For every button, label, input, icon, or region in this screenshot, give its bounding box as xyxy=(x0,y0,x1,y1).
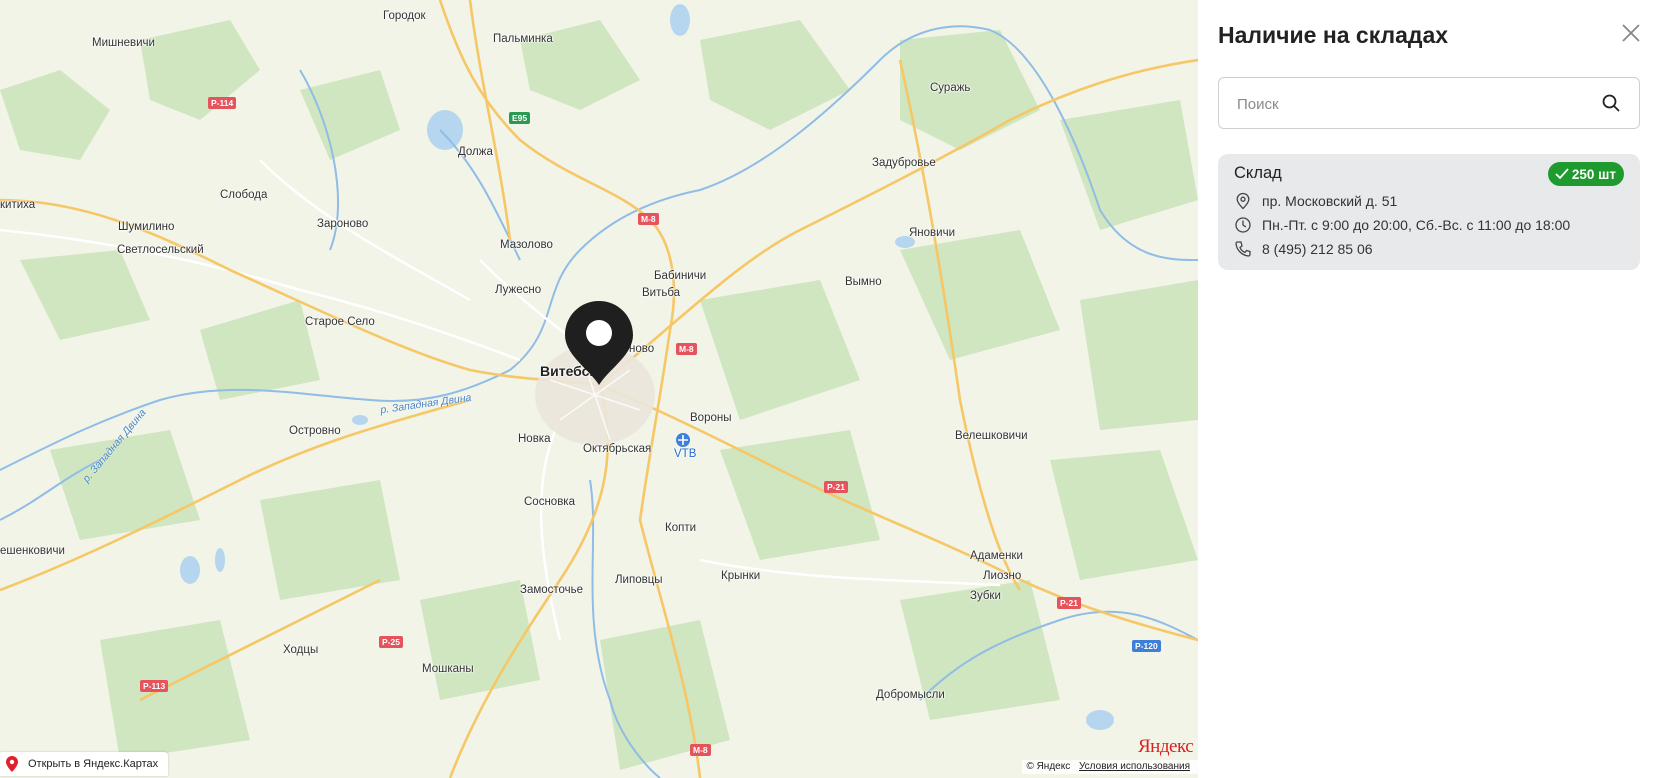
road-shield: Е95 xyxy=(509,112,531,124)
map-copyright: © Яндекс Условия использования xyxy=(1022,760,1198,774)
place-label: Должа xyxy=(458,146,493,158)
warehouse-card[interactable]: Склад 250 шт пр. Московский д. 51 Пн.-Пт… xyxy=(1218,154,1640,270)
place-label: Вымно xyxy=(845,276,882,288)
check-icon xyxy=(1555,168,1569,180)
place-label: Зубки xyxy=(970,590,1001,602)
place-label: Шумилино xyxy=(118,221,175,233)
stock-badge: 250 шт xyxy=(1547,162,1624,186)
place-label: Заронoво xyxy=(317,218,369,230)
place-label: Задубровье xyxy=(872,157,936,169)
place-label: Велешковичи xyxy=(955,430,1028,442)
road-shield: Р-21 xyxy=(1057,597,1081,609)
warehouse-address-row: пр. Московский д. 51 xyxy=(1234,192,1397,210)
location-pin-icon[interactable] xyxy=(563,299,635,387)
place-label: Адаменки xyxy=(970,550,1023,562)
location-icon xyxy=(1234,192,1252,210)
place-label: Старое Село xyxy=(305,316,375,328)
phone-icon xyxy=(1234,240,1252,258)
place-label: Мазолово xyxy=(500,239,553,251)
place-label: Вороны xyxy=(690,412,732,424)
warehouse-hours: Пн.-Пт. с 9:00 до 20:00, Сб.-Вс. с 11:00… xyxy=(1262,217,1571,233)
place-label: Новка xyxy=(518,433,551,445)
terms-of-use-link[interactable]: Условия использования xyxy=(1079,761,1190,772)
open-in-yandex-maps-label: Открыть в Яндекс.Картах xyxy=(28,758,159,770)
place-label: Мишневичи xyxy=(92,37,155,49)
road-shield: Р-113 xyxy=(140,680,169,692)
place-label: Пальминка xyxy=(493,33,553,45)
stock-quantity: 250 шт xyxy=(1571,166,1616,182)
clock-icon xyxy=(1234,216,1252,234)
warehouse-availability-panel: Наличие на складах Склад 250 шт пр. Мос xyxy=(1198,0,1660,778)
place-label: Липовцы xyxy=(615,574,663,586)
place-label: Копти xyxy=(665,522,697,534)
road-shield: Р-114 xyxy=(208,97,237,109)
place-label: Ходцы xyxy=(283,644,319,656)
road-shield: М-8 xyxy=(690,744,711,756)
panel-title: Наличие на складах xyxy=(1218,22,1449,48)
place-label: Островно xyxy=(289,425,341,437)
warehouse-name: Склад xyxy=(1234,164,1282,182)
road-shield: М-8 xyxy=(676,343,697,355)
warehouse-address: пр. Московский д. 51 xyxy=(1262,193,1398,209)
place-label: Крынки xyxy=(721,570,761,582)
place-label: Бабиничи xyxy=(654,270,707,282)
place-label: Яновичи xyxy=(909,227,955,239)
yandex-logo: Яндекс xyxy=(1138,736,1194,757)
search-field[interactable] xyxy=(1218,77,1640,130)
place-label: Сосновка xyxy=(524,496,575,508)
road-shield: Р-25 xyxy=(379,636,403,648)
map-pin-icon xyxy=(6,756,18,772)
place-label: китиха xyxy=(0,199,36,211)
road-shield: Р-21 xyxy=(824,481,848,493)
place-label: Мошканы xyxy=(422,663,474,675)
place-label: Слобода xyxy=(220,189,268,201)
place-label: ешенковичи xyxy=(0,545,65,557)
close-icon[interactable] xyxy=(1620,22,1642,44)
search-input[interactable] xyxy=(1235,78,1599,130)
place-label: Витьба xyxy=(642,287,681,299)
road-shield: М-8 xyxy=(638,213,659,225)
road-shield: Р-120 xyxy=(1132,640,1161,652)
warehouse-hours-row: Пн.-Пт. с 9:00 до 20:00, Сб.-Вс. с 11:00… xyxy=(1234,216,1570,234)
place-label: Светлосельский xyxy=(117,244,204,256)
copyright-text: © Яндекс xyxy=(1026,761,1071,772)
place-label: Октябрьская xyxy=(583,443,652,455)
map[interactable]: Городок Мишневичи Пальминка Суражь Должа… xyxy=(0,0,1198,778)
search-icon[interactable] xyxy=(1601,93,1621,113)
warehouse-phone[interactable]: 8 (495) 212 85 06 xyxy=(1262,241,1373,257)
warehouse-phone-row: 8 (495) 212 85 06 xyxy=(1234,240,1373,258)
map-background xyxy=(0,0,1198,778)
airport-label: VTB xyxy=(674,448,697,460)
place-label: Добромысли xyxy=(876,689,945,701)
place-label: Замосточье xyxy=(520,584,584,596)
place-label: Суражь xyxy=(930,82,971,94)
open-in-yandex-maps-link[interactable]: Открыть в Яндекс.Картах xyxy=(0,752,169,776)
place-label: Лиозно xyxy=(983,570,1022,582)
place-label: Городок xyxy=(383,10,426,22)
place-label: Лужесно xyxy=(495,284,542,296)
